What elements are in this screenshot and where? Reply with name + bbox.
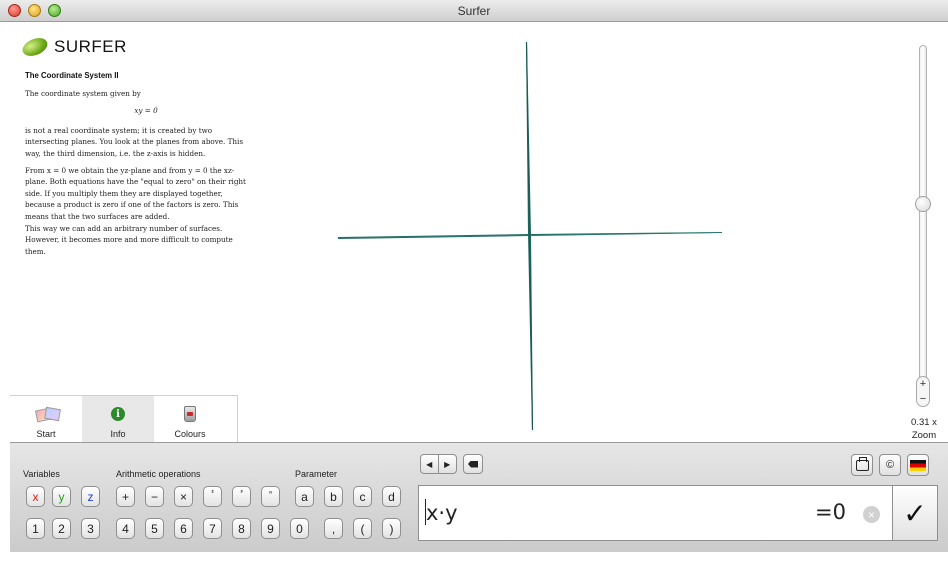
info-icon: i [111, 407, 125, 421]
pictures-icon [34, 406, 61, 423]
zoom-in-button[interactable]: + [920, 379, 926, 390]
logo-text: SURFER [54, 37, 127, 56]
key-digit-0[interactable]: 0 [290, 518, 309, 539]
info-equation: xy = 0 [134, 106, 158, 116]
key-square[interactable]: ² [203, 486, 222, 507]
printer-icon [855, 456, 869, 471]
tab-colours[interactable]: Colours [154, 396, 226, 442]
info-heading: The Coordinate System II [25, 71, 119, 80]
parameter-label: Parameter [295, 469, 338, 479]
key-open-paren[interactable]: ( [353, 518, 372, 539]
info-panel: SURFER The Coordinate System II The coor… [10, 30, 247, 440]
info-text: The Coordinate System II The coordinate … [25, 70, 247, 262]
app-window: Surfer SURFER The Coordinate System II T… [0, 0, 948, 568]
zoom-slider-track[interactable] [919, 45, 927, 397]
key-digit-3[interactable]: 3 [81, 518, 100, 539]
cursor-right-button[interactable]: ▶ [439, 455, 456, 473]
zoom-stepper[interactable]: + − [916, 376, 930, 407]
key-variable-x[interactable]: x [26, 486, 45, 507]
key-digit-2[interactable]: 2 [52, 518, 71, 539]
key-digit-4[interactable]: 4 [116, 518, 135, 539]
key-variable-z[interactable]: z [81, 486, 100, 507]
key-parameter-d[interactable]: d [382, 486, 401, 507]
equals-zero-label: =0 [815, 500, 846, 524]
key-power-n[interactable]: ⁿ [261, 486, 280, 507]
language-button[interactable] [907, 454, 929, 476]
info-paragraph-3: This way we can add an arbitrary number … [25, 223, 233, 256]
key-parameter-b[interactable]: b [324, 486, 343, 507]
formula-bar: Variables Arithmetic operations Paramete… [10, 442, 948, 552]
german-flag-icon [910, 459, 926, 471]
formula-text: x·y [426, 501, 458, 525]
clear-formula-button[interactable]: × [863, 506, 880, 523]
paint-bucket-icon [184, 406, 196, 422]
surface-render-view[interactable] [245, 22, 905, 442]
key-digit-8[interactable]: 8 [232, 518, 251, 539]
key-digit-5[interactable]: 5 [145, 518, 164, 539]
formula-input[interactable]: x·y =0 × [418, 485, 893, 541]
info-paragraph-1: is not a real coordinate system; it is c… [25, 125, 244, 158]
zoom-out-button[interactable]: − [920, 393, 926, 404]
key-minus[interactable]: − [145, 486, 164, 507]
variables-label: Variables [23, 469, 60, 479]
tab-info-label: Info [110, 429, 126, 439]
apply-formula-button[interactable]: ✓ [893, 485, 938, 541]
key-digit-9[interactable]: 9 [261, 518, 280, 539]
history-nav: ◀ ▶ [420, 454, 457, 474]
key-plus[interactable]: + [116, 486, 135, 507]
info-paragraph-2: From x = 0 we obtain the yz-plane and fr… [25, 165, 246, 221]
info-intro: The coordinate system given by [25, 88, 141, 98]
key-digit-7[interactable]: 7 [203, 518, 222, 539]
surfer-logo: SURFER [19, 34, 127, 60]
tab-start[interactable]: Start [10, 396, 82, 442]
tab-colours-label: Colours [174, 429, 206, 439]
copyright-button[interactable]: © [879, 454, 901, 476]
window-title: Surfer [457, 4, 491, 18]
cursor-left-button[interactable]: ◀ [421, 455, 439, 473]
tab-info[interactable]: i Info [82, 396, 154, 442]
print-button[interactable] [851, 454, 873, 476]
title-bar: Surfer [0, 0, 948, 22]
key-variable-y[interactable]: y [52, 486, 71, 507]
key-digit-1[interactable]: 1 [26, 518, 45, 539]
tab-start-label: Start [36, 429, 56, 439]
key-digit-6[interactable]: 6 [174, 518, 193, 539]
mode-tabs: Start i Info Colours [10, 395, 238, 442]
key-cube[interactable]: ³ [232, 486, 251, 507]
key-multiply[interactable]: × [174, 486, 193, 507]
arithmetic-label: Arithmetic operations [116, 469, 201, 479]
backspace-button[interactable] [463, 454, 483, 474]
zoom-slider-thumb[interactable] [915, 196, 931, 213]
key-close-paren[interactable]: ) [382, 518, 401, 539]
surfer-logo-icon [19, 34, 51, 60]
key-parameter-a[interactable]: a [295, 486, 314, 507]
key-parameter-c[interactable]: c [353, 486, 372, 507]
key-comma[interactable]: , [324, 518, 343, 539]
backspace-icon [468, 460, 478, 468]
zoom-label: Zoom [911, 430, 937, 441]
zoom-value: 0.31 x [911, 417, 937, 428]
